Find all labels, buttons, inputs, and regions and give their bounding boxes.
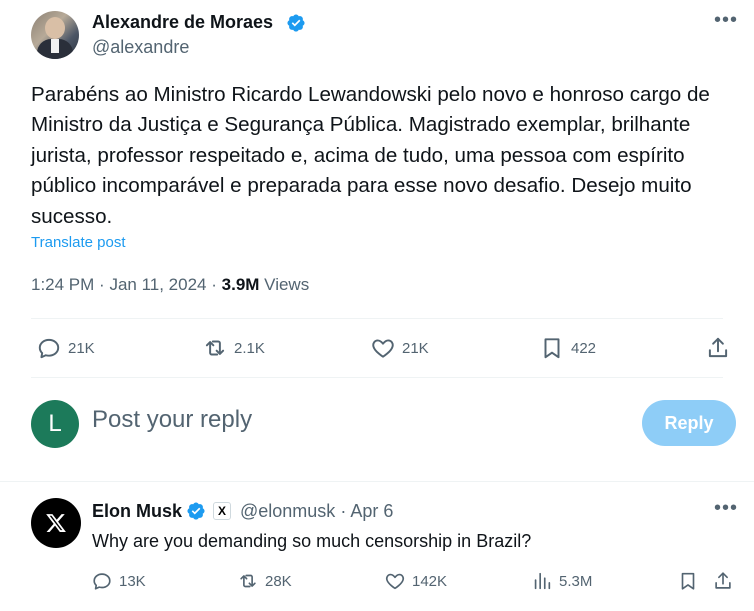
- views-icon: [534, 572, 551, 590]
- reply-author-avatar[interactable]: [31, 498, 81, 548]
- verified-badge-icon[interactable]: [186, 501, 206, 521]
- author-avatar[interactable]: [31, 11, 79, 59]
- divider: [31, 318, 723, 319]
- reply-action-button[interactable]: 13K: [91, 567, 146, 595]
- meta-separator: ·: [211, 275, 217, 294]
- author-handle[interactable]: @alexandre: [92, 37, 189, 58]
- post-date[interactable]: Jan 11, 2024: [109, 275, 206, 294]
- author-name[interactable]: Alexandre de Moraes: [92, 12, 273, 33]
- more-options-icon[interactable]: •••: [712, 498, 740, 524]
- reply-icon: [38, 338, 60, 359]
- views-count: 5.3M: [559, 572, 593, 590]
- views-action-button[interactable]: 5.3M: [531, 567, 592, 595]
- bookmark-icon: [544, 338, 560, 359]
- bookmark-icon: [681, 572, 695, 590]
- reply-post[interactable]: Elon Musk X @elonmusk · Apr 6 ••• Why ar…: [0, 482, 754, 611]
- reply-author-meta: @elonmusk · Apr 6: [240, 501, 393, 522]
- repost-action-button[interactable]: 2.1K: [202, 333, 265, 363]
- reply-author-name[interactable]: Elon Musk: [92, 501, 182, 522]
- meta-separator: ·: [340, 501, 347, 521]
- repost-count: 28K: [265, 572, 292, 590]
- reply-input[interactable]: Post your reply: [92, 406, 252, 434]
- reply-action-button[interactable]: 21K: [36, 333, 95, 363]
- verified-badge-icon[interactable]: [286, 13, 306, 33]
- post-text: Parabéns ao Ministro Ricardo Lewandowski…: [31, 83, 710, 228]
- like-count: 142K: [412, 572, 448, 590]
- post-actions: 21K 2.1K 21K 422: [0, 333, 754, 363]
- views-count: 3.9M: [221, 275, 260, 294]
- post-time[interactable]: 1:24 PM: [31, 275, 94, 294]
- post-metadata: 1:24 PM · Jan 11, 2024 · 3.9M Views: [31, 275, 309, 295]
- reply-text: Why are you demanding so much censorship…: [92, 531, 532, 551]
- share-icon: [715, 572, 731, 589]
- translate-post-link[interactable]: Translate post: [31, 234, 126, 251]
- heart-icon: [372, 339, 394, 358]
- x-logo-icon: [46, 514, 66, 532]
- reply-count: 13K: [119, 572, 146, 590]
- share-action-button[interactable]: [705, 333, 731, 363]
- like-action-button[interactable]: 142K: [384, 567, 447, 595]
- reply-icon: [93, 573, 111, 590]
- avatar-face-shape: [45, 17, 65, 39]
- reply-button[interactable]: Reply: [642, 400, 736, 446]
- reply-author-handle[interactable]: @elonmusk: [240, 501, 335, 521]
- bookmark-action-button[interactable]: [677, 567, 699, 595]
- reply-actions: 13K 28K 142K 5.3M: [0, 567, 754, 595]
- affiliate-badge-icon[interactable]: X: [213, 502, 231, 520]
- repost-count: 2.1K: [234, 339, 265, 357]
- meta-separator: ·: [99, 275, 105, 294]
- like-count: 21K: [402, 339, 429, 357]
- views-label: Views: [264, 275, 310, 294]
- current-user-avatar[interactable]: L: [31, 400, 79, 448]
- divider: [31, 377, 723, 378]
- bookmark-action-button[interactable]: 422: [539, 333, 596, 363]
- bookmark-count: 422: [571, 339, 597, 357]
- avatar-shirt-shape: [51, 39, 59, 53]
- share-action-button[interactable]: [712, 567, 734, 595]
- share-icon: [708, 337, 728, 358]
- repost-icon: [205, 340, 225, 356]
- like-action-button[interactable]: 21K: [370, 333, 429, 363]
- heart-icon: [385, 573, 405, 590]
- repost-action-button[interactable]: 28K: [237, 567, 292, 595]
- reply-count: 21K: [68, 339, 95, 357]
- reply-date[interactable]: Apr 6: [350, 501, 393, 521]
- repost-icon: [240, 574, 256, 588]
- more-options-icon[interactable]: •••: [712, 10, 740, 36]
